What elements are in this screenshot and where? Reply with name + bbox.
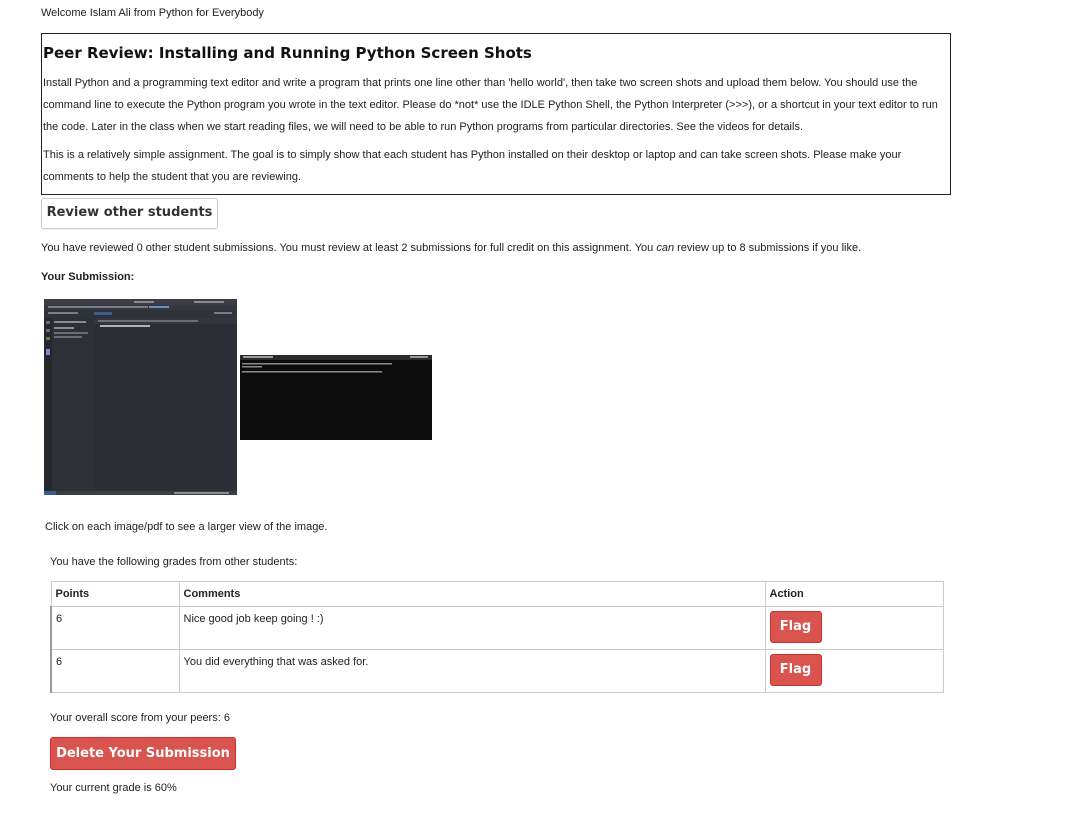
- click-image-note: Click on each image/pdf to see a larger …: [45, 521, 328, 533]
- delete-submission-button[interactable]: Delete Your Submission: [50, 737, 236, 770]
- points-header: Points: [50, 581, 180, 607]
- overall-score-text: Your overall score from your peers: 6: [50, 712, 230, 724]
- flag-button[interactable]: Flag: [769, 654, 822, 686]
- comment-cell: Nice good job keep going ! :): [178, 606, 766, 650]
- review-other-students-button[interactable]: Review other students: [41, 198, 218, 229]
- grades-header-row: Points Comments Action: [50, 581, 944, 607]
- comments-header: Comments: [178, 581, 766, 607]
- review-status-text: You have reviewed 0 other student submis…: [41, 242, 861, 254]
- table-row: 6 You did everything that was asked for.…: [50, 649, 944, 693]
- points-cell: 6: [50, 649, 180, 693]
- grades-table: Points Comments Action 6 Nice good job k…: [50, 581, 944, 693]
- editor-thumbnail-graphic: [44, 299, 237, 495]
- assignment-note: This is a relatively simple assignment. …: [43, 149, 902, 183]
- assignment-box: Peer Review: Installing and Running Pyth…: [41, 33, 951, 195]
- assignment-instructions: Install Python and a programming text ed…: [43, 77, 938, 133]
- action-cell: Flag: [764, 649, 944, 693]
- action-header: Action: [764, 581, 944, 607]
- table-row: 6 Nice good job keep going ! :) Flag: [50, 606, 944, 650]
- terminal-thumbnail-graphic: [240, 355, 432, 440]
- flag-button[interactable]: Flag: [769, 611, 822, 643]
- points-cell: 6: [50, 606, 180, 650]
- page: Welcome Islam Ali from Python for Everyb…: [0, 0, 1065, 835]
- submission-image-editor[interactable]: [44, 299, 237, 495]
- action-cell: Flag: [764, 606, 944, 650]
- assignment-title: Peer Review: Installing and Running Pyth…: [43, 44, 532, 62]
- comment-cell: You did everything that was asked for.: [178, 649, 766, 693]
- your-submission-label: Your Submission:: [41, 271, 135, 283]
- submission-image-terminal[interactable]: [240, 355, 432, 440]
- grades-intro: You have the following grades from other…: [50, 556, 298, 568]
- review-status-after: review up to 8 submissions if you like.: [674, 242, 862, 254]
- current-grade-text: Your current grade is 60%: [50, 782, 177, 794]
- review-status-emphasis: can: [656, 242, 675, 254]
- review-status-before: You have reviewed 0 other student submis…: [41, 242, 657, 254]
- welcome-text: Welcome Islam Ali from Python for Everyb…: [41, 7, 264, 19]
